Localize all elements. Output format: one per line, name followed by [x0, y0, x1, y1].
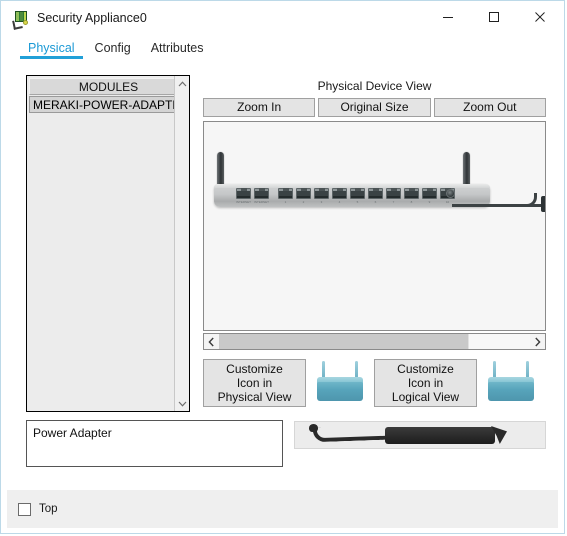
modules-vertical-scrollbar[interactable]	[174, 76, 189, 411]
scrollbar-track[interactable]	[219, 334, 530, 349]
modules-panel: MODULES MERAKI-POWER-ADAPTER	[26, 75, 190, 412]
logical-view-device-icon[interactable]	[479, 359, 543, 407]
port-5	[350, 188, 365, 199]
power-adapter-preview	[294, 421, 546, 449]
tab-physical[interactable]: Physical	[18, 41, 85, 59]
customize-physical-line2: Icon in	[236, 376, 273, 390]
scroll-down-button[interactable]	[175, 396, 189, 411]
port-label-1: 1	[284, 200, 287, 204]
port-1	[278, 188, 293, 199]
adapter-brick	[385, 427, 495, 444]
physical-tab-content: MODULES MERAKI-POWER-ADAPTER Power Adapt…	[7, 65, 558, 527]
packet-tracer-icon	[12, 10, 29, 30]
scrollbar-thumb[interactable]	[219, 334, 469, 349]
maximize-button[interactable]	[471, 1, 517, 33]
port-label-4: 4	[338, 200, 341, 204]
minimize-icon	[443, 17, 453, 18]
security-appliance-window: Security Appliance0 Physical Config Attr…	[0, 0, 565, 534]
modules-list[interactable]: MODULES MERAKI-POWER-ADAPTER	[27, 76, 189, 411]
tab-config[interactable]: Config	[85, 41, 141, 59]
customize-physical-line1: Customize	[226, 362, 283, 376]
tab-bar: Physical Config Attributes	[1, 35, 564, 59]
module-description-box: Power Adapter	[26, 420, 283, 467]
modules-header: MODULES	[29, 78, 188, 95]
tab-config-label: Config	[94, 41, 131, 55]
zoom-in-button[interactable]: Zoom In	[203, 98, 316, 117]
chevron-left-icon	[208, 337, 214, 346]
maximize-icon	[489, 12, 499, 22]
port-label-internet-1: INTERNET	[236, 200, 251, 204]
chevron-down-icon	[178, 401, 187, 407]
adapter-cable	[312, 424, 390, 443]
customize-logical-line2: Icon in	[407, 376, 444, 390]
module-description-text: Power Adapter	[33, 426, 112, 440]
zoom-out-button[interactable]: Zoom Out	[433, 98, 546, 117]
chevron-up-icon	[178, 80, 187, 86]
customize-logical-line1: Customize	[397, 362, 454, 376]
customize-icon-logical-view-button[interactable]: Customize Icon in Logical View	[374, 359, 477, 407]
close-button[interactable]	[517, 1, 563, 33]
chevron-right-icon	[535, 337, 541, 346]
customize-icon-row: Customize Icon in Physical View Customiz…	[203, 359, 546, 407]
port-label-2: 2	[302, 200, 305, 204]
port-label-internet-2: INTERNET	[254, 200, 269, 204]
scroll-right-button[interactable]	[530, 334, 545, 349]
bottom-bar: Top	[7, 490, 558, 528]
port-4	[332, 188, 347, 199]
port-2	[296, 188, 311, 199]
port-9	[422, 188, 437, 199]
physical-device-view-title: Physical Device View	[317, 79, 432, 93]
port-7	[386, 188, 401, 199]
device-view-horizontal-scrollbar[interactable]	[203, 333, 546, 350]
top-checkbox[interactable]	[18, 502, 31, 516]
customize-physical-line3: Physical View	[217, 390, 292, 404]
port-6	[368, 188, 383, 199]
module-list-item[interactable]: MERAKI-POWER-ADAPTER	[29, 96, 189, 113]
title-bar: Security Appliance0	[1, 1, 564, 35]
port-label-8: 8	[410, 200, 413, 204]
port-label-3: 3	[320, 200, 323, 204]
scroll-left-button[interactable]	[204, 334, 219, 349]
port-3	[314, 188, 329, 199]
port-8	[404, 188, 419, 199]
minimize-button[interactable]	[425, 1, 471, 33]
tab-attributes[interactable]: Attributes	[141, 41, 214, 59]
tab-attributes-label: Attributes	[150, 41, 204, 55]
tab-physical-label: Physical	[28, 41, 75, 55]
scroll-up-button[interactable]	[175, 76, 189, 91]
top-checkbox-label: Top	[39, 503, 58, 515]
port-label-6: 6	[374, 200, 377, 204]
port-label-7: 7	[392, 200, 395, 204]
power-plug	[541, 196, 545, 212]
device-view-canvas[interactable]: INTERNET INTERNET 1 2 3 4 5 6 7 8 9 10	[203, 121, 546, 331]
zoom-button-bar: Zoom In Original Size Zoom Out	[203, 98, 546, 117]
port-label-9: 9	[428, 200, 431, 204]
close-icon	[535, 12, 545, 22]
physical-view-device-icon[interactable]	[308, 359, 372, 407]
port-internet-2	[254, 188, 269, 199]
window-title: Security Appliance0	[37, 11, 147, 25]
customize-logical-line3: Logical View	[391, 390, 460, 404]
customize-icon-physical-view-button[interactable]: Customize Icon in Physical View	[203, 359, 306, 407]
power-cable-segment	[483, 204, 545, 207]
port-internet-1	[236, 188, 251, 199]
security-appliance-image: INTERNET INTERNET 1 2 3 4 5 6 7 8 9 10	[208, 152, 545, 212]
port-label-5: 5	[356, 200, 359, 204]
original-size-button[interactable]: Original Size	[318, 98, 431, 117]
